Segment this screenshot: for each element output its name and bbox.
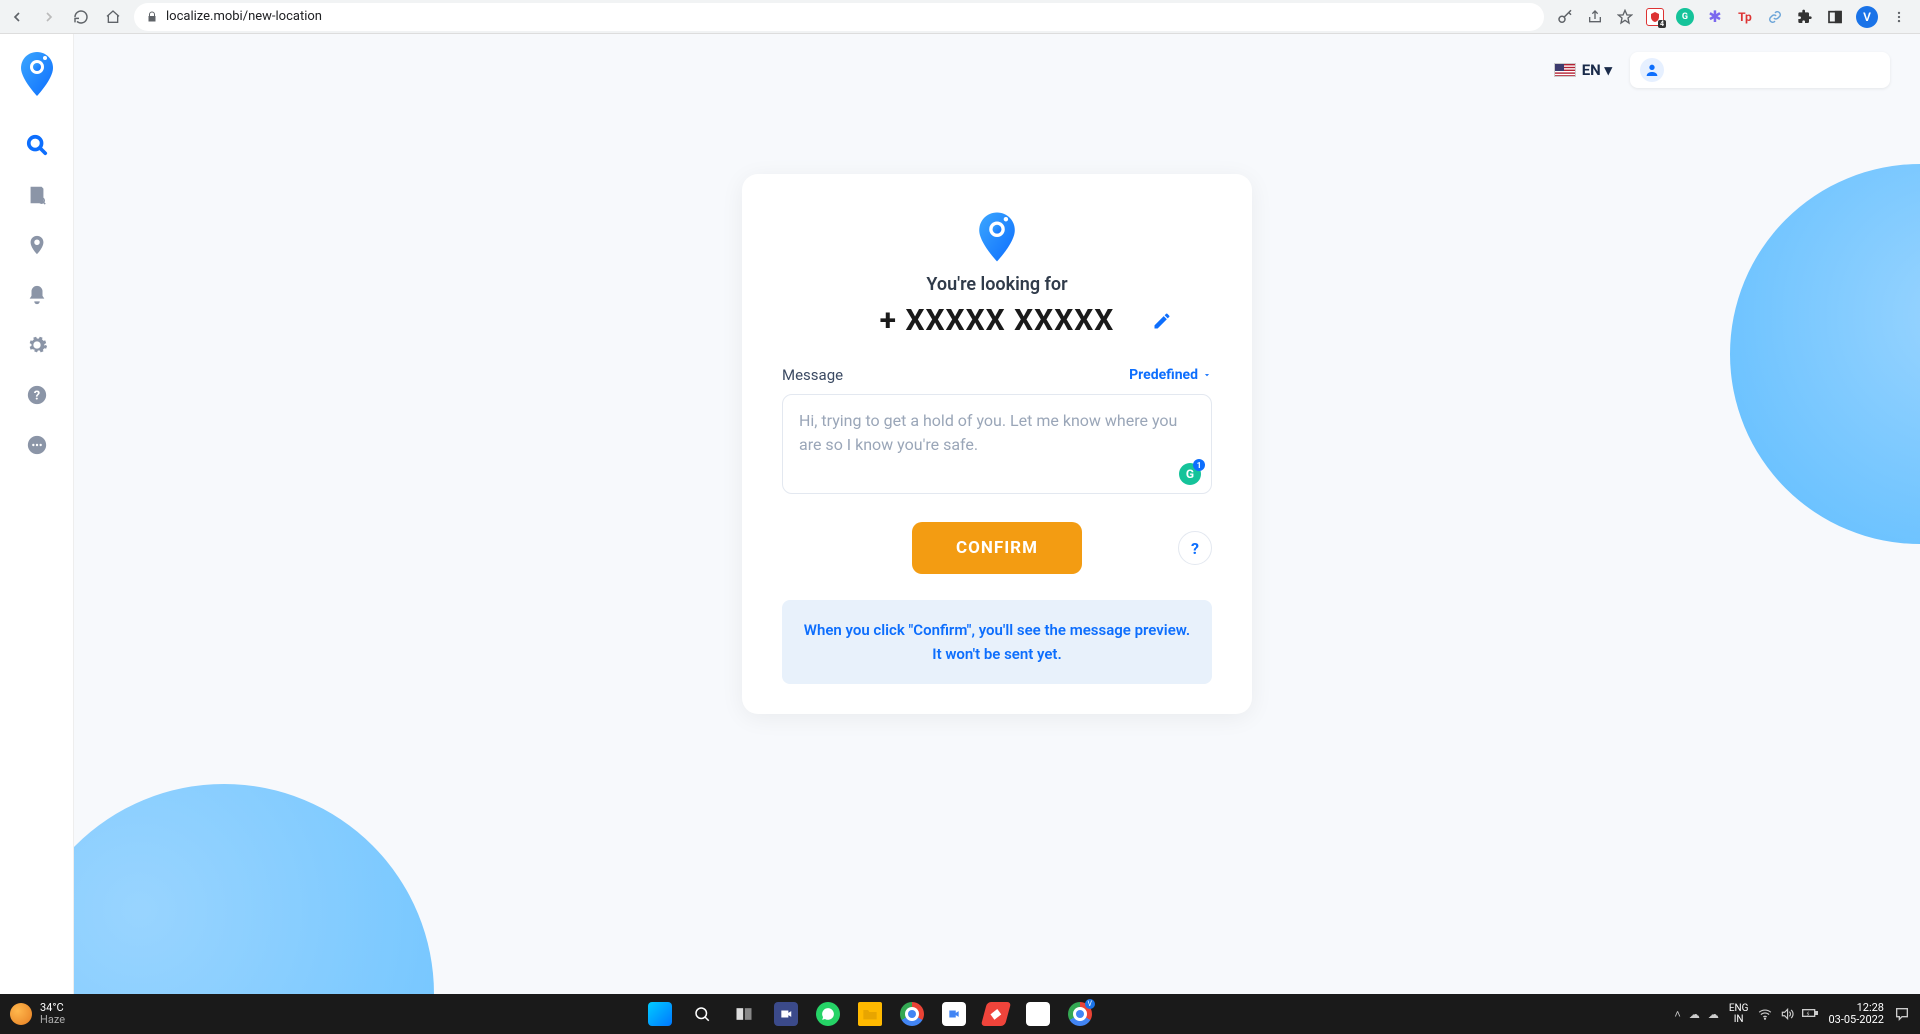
message-label: Message [782, 366, 843, 384]
video-app-icon[interactable] [768, 997, 804, 1031]
grammarly-count-badge: 1 [1193, 459, 1205, 471]
browser-chrome: localize.mobi/new-location 4 G ✱ Tp V [0, 0, 1920, 34]
system-icons[interactable] [1758, 1007, 1818, 1021]
profile-avatar[interactable]: V [1856, 6, 1878, 28]
home-button[interactable] [104, 8, 122, 26]
onedrive-icon[interactable]: ☁ [1689, 1008, 1700, 1021]
panel-icon[interactable] [1826, 8, 1844, 26]
info-line-2: It won't be sent yet. [802, 642, 1192, 666]
address-bar[interactable]: localize.mobi/new-location [134, 3, 1544, 31]
message-placeholder: Hi, trying to get a hold of you. Let me … [799, 409, 1195, 457]
flag-us-icon [1554, 63, 1576, 77]
lock-icon [146, 11, 158, 23]
info-line-1: When you click "Confirm", you'll see the… [802, 618, 1192, 642]
share-icon[interactable] [1586, 8, 1604, 26]
explorer-icon[interactable] [852, 997, 888, 1031]
location-nav-icon[interactable] [26, 234, 48, 256]
message-header: Message Predefined [782, 366, 1212, 384]
user-chip[interactable] [1630, 52, 1890, 88]
confirm-row: CONFIRM ? [782, 522, 1212, 574]
location-card: You're looking for + XXXXX XXXXX Message… [742, 174, 1252, 714]
tray-chevron-icon[interactable]: ˄ [1674, 1008, 1680, 1021]
grammarly-icon[interactable]: G1 [1179, 463, 1201, 485]
clock[interactable]: 12:28 03-05-2022 [1828, 1002, 1884, 1026]
taskbar-center: ◆ ✱ V [65, 997, 1674, 1031]
menu-dots-icon[interactable] [1890, 8, 1908, 26]
system-tray[interactable]: ˄ ☁ ☁ [1674, 1008, 1718, 1021]
phone-row: + XXXXX XXXXX [782, 303, 1212, 338]
language-picker[interactable]: EN ▾ [1554, 61, 1612, 79]
message-textarea[interactable]: Hi, trying to get a hold of you. Let me … [782, 394, 1212, 494]
sidebar: ? [0, 34, 74, 994]
top-header: EN ▾ [1554, 52, 1890, 88]
extensions-icon[interactable] [1796, 8, 1814, 26]
date-text: 03-05-2022 [1828, 1014, 1884, 1026]
card-title: You're looking for [782, 274, 1212, 295]
chat-nav-icon[interactable] [26, 434, 48, 456]
svg-text:?: ? [33, 389, 39, 404]
meet-icon[interactable] [936, 997, 972, 1031]
info-banner: When you click "Confirm", you'll see the… [782, 600, 1212, 684]
search-nav-icon[interactable] [26, 134, 48, 156]
document-nav-icon[interactable] [26, 184, 48, 206]
content-area: EN ▾ You're looking for + XXXXX XXXXX Me… [74, 34, 1920, 994]
whatsapp-icon[interactable] [810, 997, 846, 1031]
chrome-active-icon[interactable]: V [1062, 997, 1098, 1031]
chevron-down-icon [1202, 370, 1212, 380]
url-text: localize.mobi/new-location [166, 9, 322, 24]
phone-number: + XXXXX XXXXX [880, 303, 1115, 338]
language-indicator[interactable]: ENG IN [1729, 1003, 1749, 1025]
link-ext-icon[interactable] [1766, 8, 1784, 26]
slack-icon[interactable]: ✱ [1020, 997, 1056, 1031]
bell-nav-icon[interactable] [26, 284, 48, 306]
edit-phone-button[interactable] [1152, 311, 1172, 331]
app-logo[interactable] [19, 52, 55, 96]
nav-buttons [8, 8, 122, 26]
grammarly-ext-icon[interactable]: G [1676, 8, 1694, 26]
anydesk-icon[interactable]: ◆ [978, 997, 1014, 1031]
card-pin-icon [782, 212, 1212, 262]
forward-button[interactable] [40, 8, 58, 26]
weather-icon [10, 1003, 32, 1025]
viewport: ? EN ▾ You're looking for [0, 34, 1920, 994]
snowflake-ext-icon[interactable]: ✱ [1706, 8, 1724, 26]
notification-icon[interactable] [1894, 1006, 1910, 1022]
search-taskbar-icon[interactable] [684, 997, 720, 1031]
key-icon[interactable] [1556, 8, 1574, 26]
volume-icon[interactable] [1780, 1007, 1794, 1021]
windows-taskbar: 34°C Haze ◆ ✱ V ˄ ☁ ☁ ENG IN 12:2 [0, 994, 1920, 1034]
help-button[interactable]: ? [1178, 531, 1212, 565]
weather-condition: Haze [40, 1014, 65, 1026]
language-label: EN ▾ [1582, 61, 1612, 79]
taskbar-right: ˄ ☁ ☁ ENG IN 12:28 03-05-2022 [1674, 1002, 1910, 1026]
tp-ext-icon[interactable]: Tp [1736, 8, 1754, 26]
confirm-button[interactable]: CONFIRM [912, 522, 1082, 574]
back-button[interactable] [8, 8, 26, 26]
star-icon[interactable] [1616, 8, 1634, 26]
user-avatar-icon [1640, 58, 1664, 82]
battery-icon[interactable] [1802, 1007, 1818, 1021]
taskview-icon[interactable] [726, 997, 762, 1031]
decorative-circle-left [74, 784, 434, 994]
chrome-icon[interactable] [894, 997, 930, 1031]
decorative-circle-right [1730, 164, 1920, 544]
wifi-icon[interactable] [1758, 1007, 1772, 1021]
chrome-actions: 4 G ✱ Tp V [1556, 6, 1912, 28]
help-nav-icon[interactable]: ? [26, 384, 48, 406]
weather-widget[interactable]: 34°C Haze [10, 1002, 65, 1026]
reload-button[interactable] [72, 8, 90, 26]
extension-shield-icon[interactable]: 4 [1646, 8, 1664, 26]
onedrive-icon-2[interactable]: ☁ [1708, 1008, 1719, 1021]
settings-nav-icon[interactable] [26, 334, 48, 356]
predefined-dropdown[interactable]: Predefined [1129, 367, 1212, 383]
start-button[interactable] [642, 997, 678, 1031]
